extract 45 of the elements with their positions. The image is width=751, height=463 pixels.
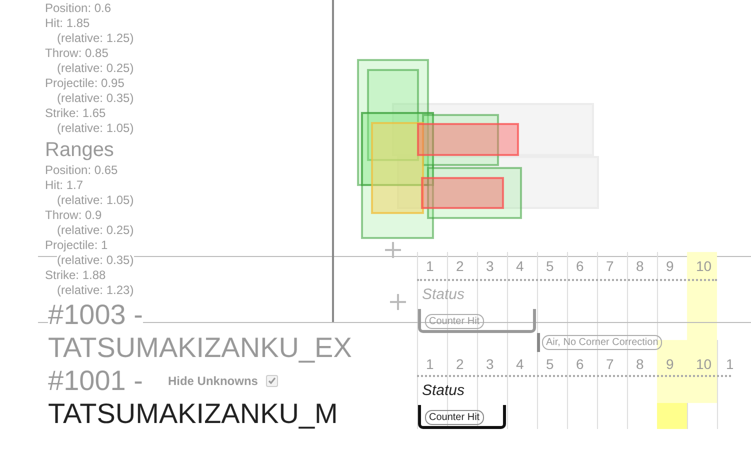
move-name: TATSUMAKIZANKU_EX (48, 331, 352, 364)
crosshair-icon (389, 293, 407, 311)
relative-range-text: (relative: 1.23) (57, 283, 134, 298)
frame-number: 8 (635, 356, 644, 374)
move-name: TATSUMAKIZANKU_M (48, 397, 338, 430)
status-label: Status (421, 285, 466, 305)
frame-number: 7 (605, 356, 614, 374)
relative-range-text: (relative: 0.35) (57, 253, 134, 268)
relative-range-text: (relative: 0.25) (57, 223, 134, 238)
frame-number: 10 (695, 257, 712, 276)
hide-unknowns-label: Hide Unknowns (168, 374, 258, 388)
frame-number: 1 (725, 356, 733, 374)
frame-number: 1 (425, 356, 434, 374)
frame-number: 6 (575, 356, 584, 374)
status-label: Status (421, 381, 466, 401)
range-text: Throw: 0.85 (45, 46, 108, 61)
frame-number: 8 (635, 257, 644, 276)
frame-number: 6 (575, 257, 584, 276)
frame-number: 1 (425, 257, 434, 276)
range-text: Hit: 1.85 (45, 16, 90, 31)
relative-range-text: (relative: 1.05) (57, 193, 134, 208)
hide-unknowns-checkbox[interactable] (266, 374, 278, 386)
relative-range-text: (relative: 0.35) (57, 91, 134, 106)
range-text: Strike: 1.65 (45, 106, 106, 121)
frame-number: 10 (695, 356, 712, 374)
frame-number: 3 (485, 356, 494, 374)
range-text: Projectile: 1 (45, 238, 108, 253)
frame-number: 3 (485, 257, 494, 276)
frame-number: 9 (665, 356, 674, 374)
relative-range-text: (relative: 0.25) (57, 61, 134, 76)
frame-number: 9 (665, 257, 674, 276)
move-number: #1001 - (48, 364, 143, 397)
ranges-heading: Ranges (45, 138, 114, 163)
frame-number: 2 (455, 257, 464, 276)
relative-range-text: (relative: 1.05) (57, 121, 134, 136)
status-tag: Counter Hit (425, 410, 484, 425)
frame-number: 4 (515, 356, 524, 374)
frame-number: 4 (515, 257, 524, 276)
range-text: Position: 0.6 (45, 1, 112, 16)
frame-number: 2 (455, 356, 464, 374)
frame-number: 5 (545, 356, 554, 374)
range-text: Projectile: 0.95 (45, 76, 124, 91)
frame-number: 5 (545, 257, 554, 276)
relative-range-text: (relative: 1.25) (57, 31, 134, 46)
frame-number: 7 (605, 257, 614, 276)
